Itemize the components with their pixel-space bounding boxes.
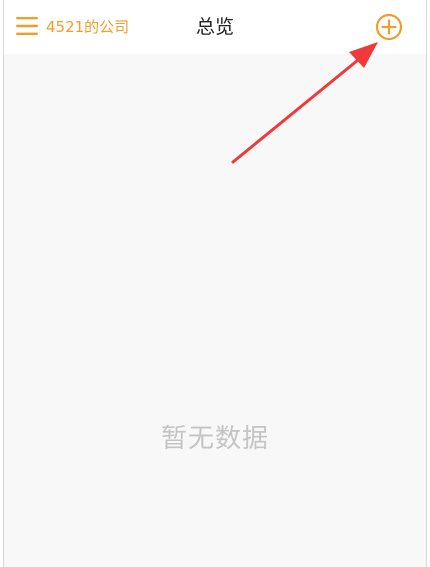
overview-content-area: 暂无数据 — [4, 54, 426, 567]
top-navigation-bar: 4521的公司 总览 — [4, 0, 426, 54]
menu-icon — [16, 17, 38, 35]
app-screen: 4521的公司 总览 暂无数据 — [0, 0, 430, 567]
plus-circle-icon — [375, 13, 403, 41]
empty-state-message: 暂无数据 — [160, 424, 269, 454]
right-border — [426, 0, 427, 567]
menu-button[interactable] — [16, 16, 38, 36]
company-name-link[interactable]: 4521的公司 — [46, 17, 129, 37]
add-button[interactable] — [375, 13, 403, 41]
